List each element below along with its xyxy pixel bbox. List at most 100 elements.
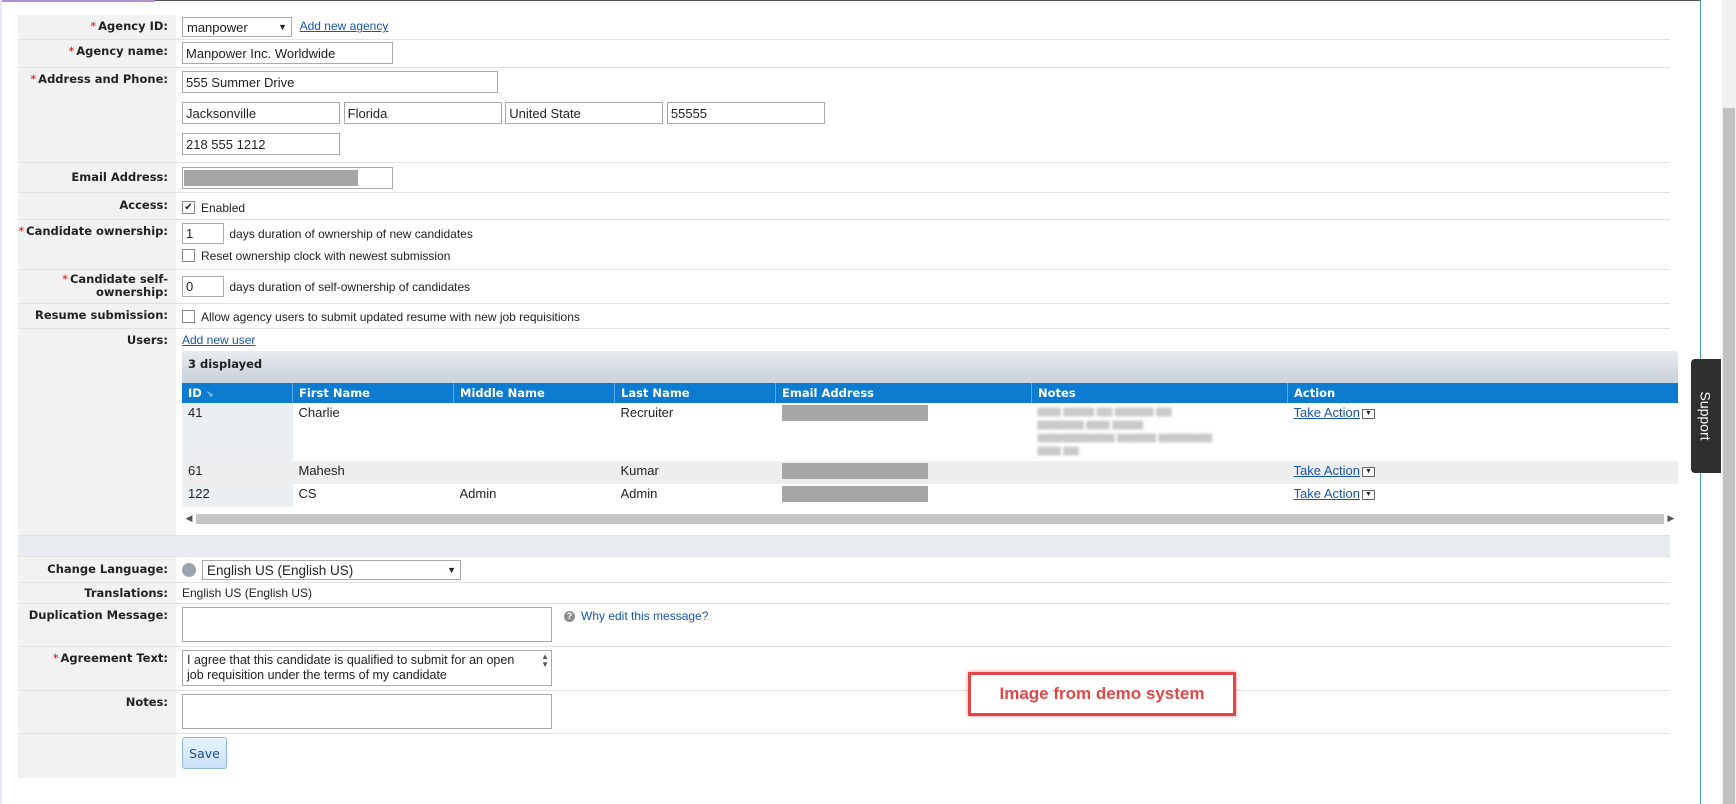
support-tab[interactable]: Support <box>1691 359 1721 473</box>
self-ownership-days-input[interactable] <box>182 276 224 297</box>
action-dropdown-icon[interactable]: ▼ <box>1362 466 1375 477</box>
self-ownership-days-text: days duration of self-ownership of candi… <box>229 280 471 294</box>
agreement-textarea[interactable]: I agree that this candidate is qualified… <box>182 650 552 686</box>
notes-label: Notes: <box>18 691 176 733</box>
street-input[interactable] <box>182 71 498 93</box>
save-button[interactable]: Save <box>182 737 227 769</box>
globe-icon <box>182 563 196 577</box>
allow-resume-checkbox[interactable] <box>182 310 195 324</box>
users-grid-count: 3 displayed <box>182 351 1678 377</box>
phone-input[interactable] <box>182 133 340 155</box>
add-new-user-link[interactable]: Add new user <box>182 333 255 347</box>
take-action-link[interactable]: Take Action <box>1294 463 1361 478</box>
col-action[interactable]: Action <box>1287 383 1678 403</box>
country-input[interactable] <box>505 102 664 124</box>
resume-submission-label: Resume submission: <box>18 304 176 328</box>
agency-id-select-value: manpower <box>187 19 248 35</box>
demo-system-note: Image from demo system <box>968 672 1236 716</box>
self-ownership-row: *Candidate self-ownership: days duration… <box>18 270 1670 304</box>
change-language-label: Change Language: <box>18 557 176 582</box>
take-action-link[interactable]: Take Action <box>1294 486 1361 501</box>
user-id: 41 <box>182 403 293 461</box>
email-row: Email Address: <box>18 163 1670 193</box>
why-edit-message-link[interactable]: Why edit this message? <box>581 609 708 623</box>
self-ownership-label: * Candidate self-ownership: <box>18 270 176 303</box>
user-id: 122 <box>182 484 293 507</box>
user-action: Take Action ▼ <box>1288 484 1679 507</box>
user-id: 61 <box>182 461 293 484</box>
take-action-link[interactable]: Take Action <box>1294 405 1361 420</box>
user-last-name: Recruiter <box>620 405 674 420</box>
user-action: Take Action ▼ <box>1287 461 1678 484</box>
col-middle-name[interactable]: Middle Name <box>453 383 615 403</box>
reset-ownership-label: Reset ownership clock with newest submis… <box>201 249 451 263</box>
table-row: 61 Mahesh Kumar Take Action ▼ <box>182 461 1678 484</box>
users-table: ID ↘ First Name Middle Name Last Name Em… <box>182 383 1678 507</box>
reset-ownership-checkbox[interactable] <box>182 249 195 263</box>
ownership-days-input[interactable] <box>182 223 224 244</box>
user-email <box>776 403 1032 461</box>
language-select-value: English US (English US) <box>207 562 354 578</box>
duplication-message-textarea[interactable] <box>182 607 552 642</box>
agreement-text-label: * Agreement Text: <box>18 647 176 690</box>
user-last-name: Kumar <box>614 461 776 484</box>
scroll-right-icon[interactable]: ▶ <box>1664 513 1678 524</box>
agency-name-input[interactable] <box>182 42 393 64</box>
support-tab-label: Support <box>1698 391 1715 441</box>
duplication-message-label: Duplication Message: <box>18 604 176 646</box>
email-input[interactable] <box>182 167 393 189</box>
translations-label: Translations: <box>18 583 176 603</box>
blurred-notes: ▆▆▆ ▆▆▆▆ ▆▆ ▆▆▆▆▆ ▆▆ ▆▆▆▆▆▆ ▆▆▆ ▆▆▆▆ ▆▆▆▆▆… <box>1037 406 1213 456</box>
table-horizontal-scrollbar[interactable]: ◀ ▶ <box>182 511 1678 526</box>
state-input[interactable] <box>343 102 502 124</box>
dropdown-arrow-icon: ▼ <box>447 565 456 575</box>
agency-id-row: * Agency ID: manpower ▼ Add new agency <box>18 15 1670 40</box>
col-first-name[interactable]: First Name <box>292 383 454 403</box>
agency-form: * Agency ID: manpower ▼ Add new agency * A… <box>18 15 1678 778</box>
scroll-thumb[interactable] <box>196 513 1664 524</box>
address-label: * Address and Phone: <box>18 68 176 162</box>
user-middle-name <box>453 461 615 484</box>
zip-input[interactable] <box>666 102 825 124</box>
redacted-email <box>781 486 928 502</box>
redacted-email <box>781 405 928 421</box>
action-dropdown-icon[interactable]: ▼ <box>1362 408 1375 419</box>
agency-id-select[interactable]: manpower ▼ <box>182 17 292 37</box>
access-row: Access: ✔ Enabled <box>18 193 1670 220</box>
users-label: Users: <box>18 329 176 535</box>
dropdown-arrow-icon: ▼ <box>278 22 287 32</box>
add-new-agency-link[interactable]: Add new agency <box>300 19 389 33</box>
access-enabled-checkbox[interactable]: ✔ <box>182 201 195 215</box>
col-notes[interactable]: Notes <box>1031 383 1288 403</box>
user-email <box>775 461 1032 484</box>
redacted-email <box>184 170 358 186</box>
user-middle-name <box>454 403 615 461</box>
vertical-scrollbar-thumb[interactable] <box>1723 108 1735 804</box>
candidate-ownership-row: *Candidate ownership: days duration of o… <box>18 220 1670 270</box>
user-first-name: Charlie <box>298 405 340 420</box>
table-row: 41 Charlie Recruiter ▆▆▆ ▆▆▆▆ ▆▆ ▆▆▆▆▆ ▆… <box>182 403 1678 461</box>
col-id[interactable]: ID ↘ <box>182 383 293 403</box>
city-input[interactable] <box>182 102 340 124</box>
action-dropdown-icon[interactable]: ▼ <box>1362 489 1375 500</box>
scroll-left-icon[interactable]: ◀ <box>182 513 196 524</box>
resume-submission-row: Resume submission: Allow agency users to… <box>18 304 1670 329</box>
access-label: Access: <box>18 193 176 219</box>
user-middle-name: Admin <box>459 486 497 501</box>
sort-icon: ↘ <box>205 390 214 400</box>
translations-row: Translations: English US (English US) <box>18 583 1670 604</box>
col-email[interactable]: Email Address <box>775 383 1032 403</box>
notes-textarea[interactable] <box>182 694 552 729</box>
user-notes <box>1031 461 1288 484</box>
allow-resume-label: Allow agency users to submit updated res… <box>201 310 580 324</box>
user-first-name: Mahesh <box>292 461 454 484</box>
col-last-name[interactable]: Last Name <box>614 383 776 403</box>
help-icon: ? <box>564 611 575 623</box>
language-select[interactable]: English US (English US) ▼ <box>202 560 461 580</box>
user-notes <box>1032 484 1288 507</box>
textarea-spinner-icon[interactable]: ▲ ▼ <box>541 653 549 669</box>
save-row-label-cell <box>18 734 176 778</box>
address-row: * Address and Phone: <box>18 68 1670 163</box>
table-row: 122 CS Admin Admin Take Action ▼ <box>182 484 1678 507</box>
agreement-text-row: * Agreement Text: I agree that this candi… <box>18 647 1670 691</box>
